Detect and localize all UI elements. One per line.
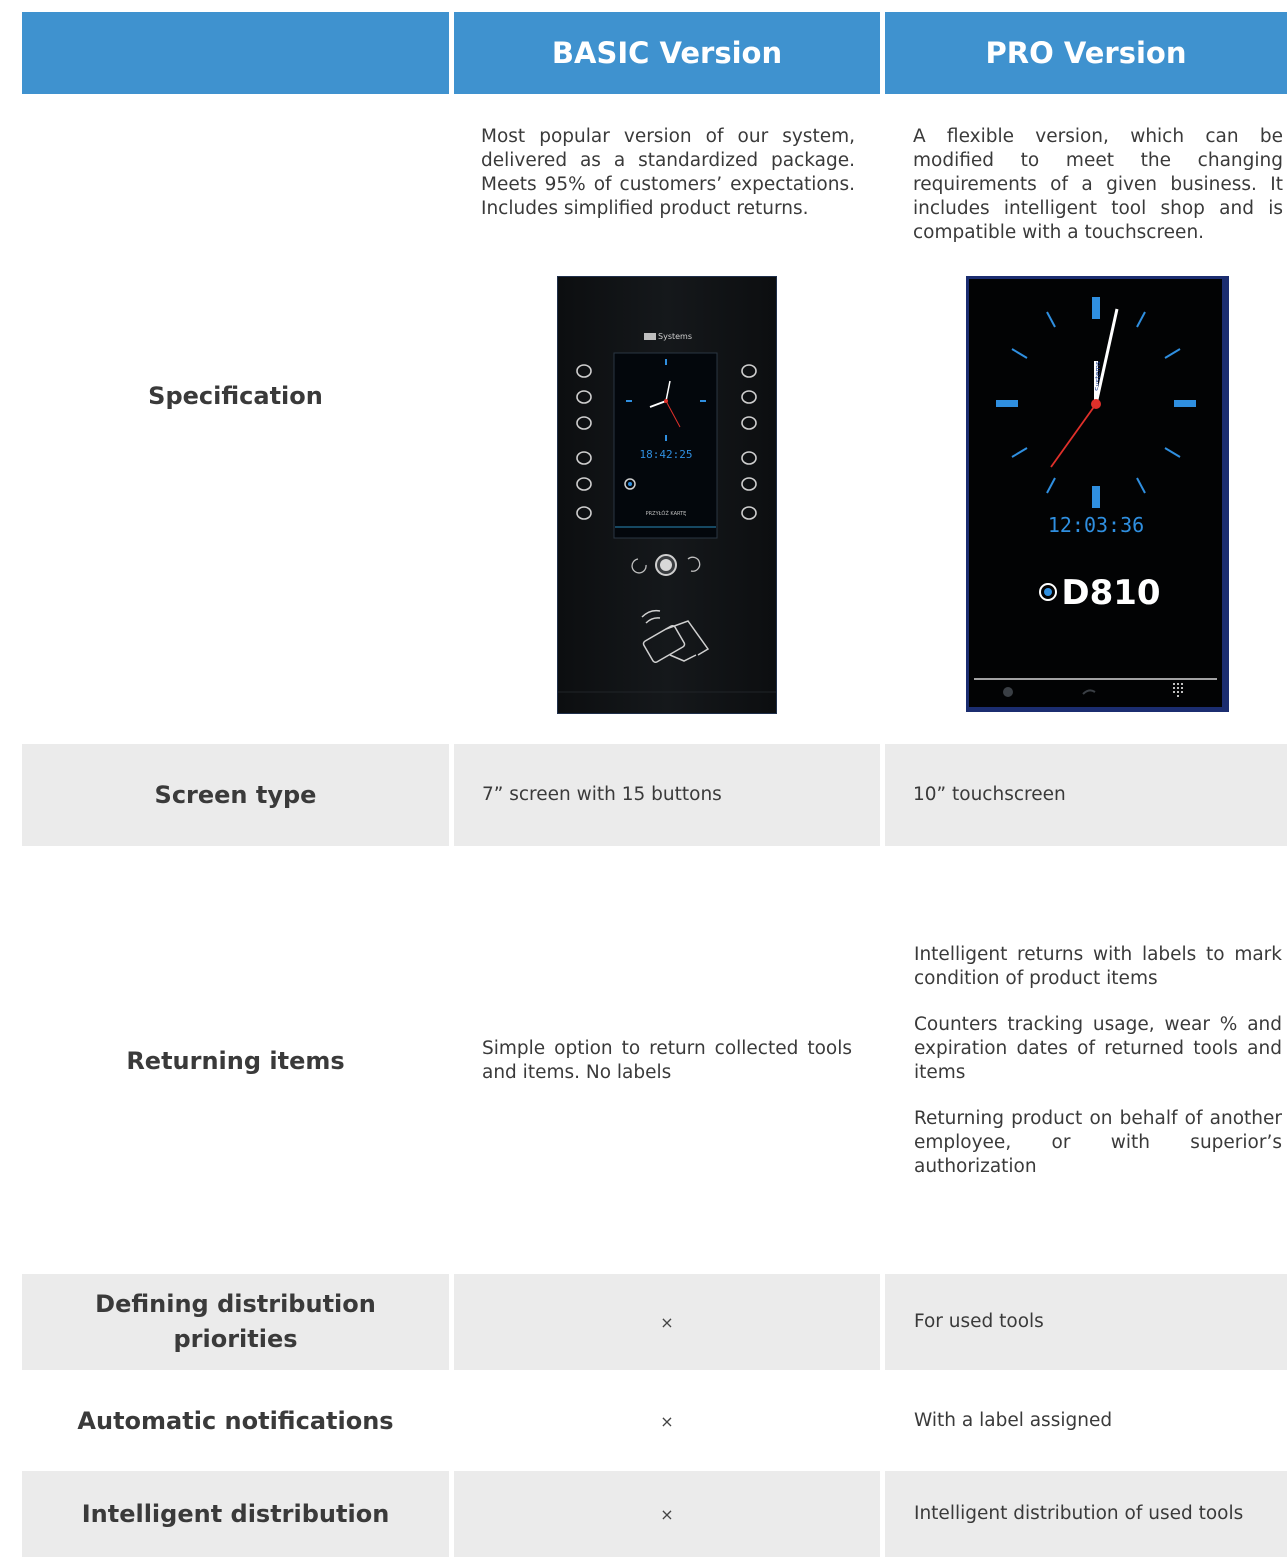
rfid-card-icon [641, 609, 710, 664]
basic-terminal-image: Systems 18:42:25 PRZYŁÓŻ KARTĘ [557, 276, 777, 714]
basic-automatic-notifications: × [454, 1373, 880, 1469]
pro-terminal-image: Systems 12:03:36 D810 [966, 276, 1229, 712]
basic-version-header: BASIC Version [454, 12, 880, 94]
basic-prompt-text: PRZYŁÓŻ KARTĘ [646, 510, 687, 517]
defining-priorities-label: Defining distribution priorities [22, 1274, 449, 1370]
returning-items-label: Returning items [126, 1046, 345, 1075]
basic-screen-type: 7” screen with 15 buttons [454, 744, 880, 846]
specification-label: Specification [148, 381, 323, 410]
pro-specification-text: A flexible version, which can be modifie… [913, 126, 1283, 244]
basic-specification-text: Most popular version of our system, deli… [481, 126, 855, 220]
pro-returning-item: Counters tracking usage, wear % and expi… [914, 1013, 1282, 1083]
pro-defining-priorities: For used tools [885, 1274, 1287, 1370]
basic-intelligent-distribution: × [454, 1471, 880, 1557]
pro-intelligent-distribution: Intelligent distribution of used tools [885, 1471, 1287, 1557]
basic-clock-time: 18:42:25 [640, 448, 693, 461]
pro-returning-item: Intelligent returns with labels to mark … [914, 943, 1282, 989]
pro-id-text: D810 [1061, 573, 1160, 613]
pro-returning-item: Returning product on behalf of another e… [914, 1108, 1282, 1178]
pro-returning-items: Intelligent returns with labels to mark … [914, 880, 1282, 1242]
pro-terminal-graphic: Systems 12:03:36 D810 [974, 297, 1217, 697]
basic-defining-priorities: × [454, 1274, 880, 1370]
not-available-mark: × [660, 1504, 674, 1524]
pro-screen-type: 10” touchscreen [885, 744, 1287, 846]
not-available-mark: × [660, 1312, 674, 1332]
automatic-notifications-label: Automatic notifications [77, 1406, 394, 1435]
basic-version-title: BASIC Version [551, 36, 783, 70]
screen-type-label: Screen type [22, 744, 449, 846]
intelligent-distribution-label: Intelligent distribution [22, 1471, 449, 1557]
basic-terminal-graphic: Systems 18:42:25 PRZYŁÓŻ KARTĘ [558, 332, 776, 693]
pro-version-header: PRO Version [885, 12, 1287, 94]
basic-brand-text: Systems [658, 332, 692, 341]
pro-automatic-notifications: With a label assigned [914, 1409, 1113, 1431]
pro-clock-time: 12:03:36 [1048, 513, 1144, 537]
header-blank [22, 12, 449, 94]
not-available-mark: × [660, 1411, 674, 1431]
basic-returning-items: Simple option to return collected tools … [482, 1037, 852, 1083]
pro-version-title: PRO Version [985, 36, 1187, 70]
